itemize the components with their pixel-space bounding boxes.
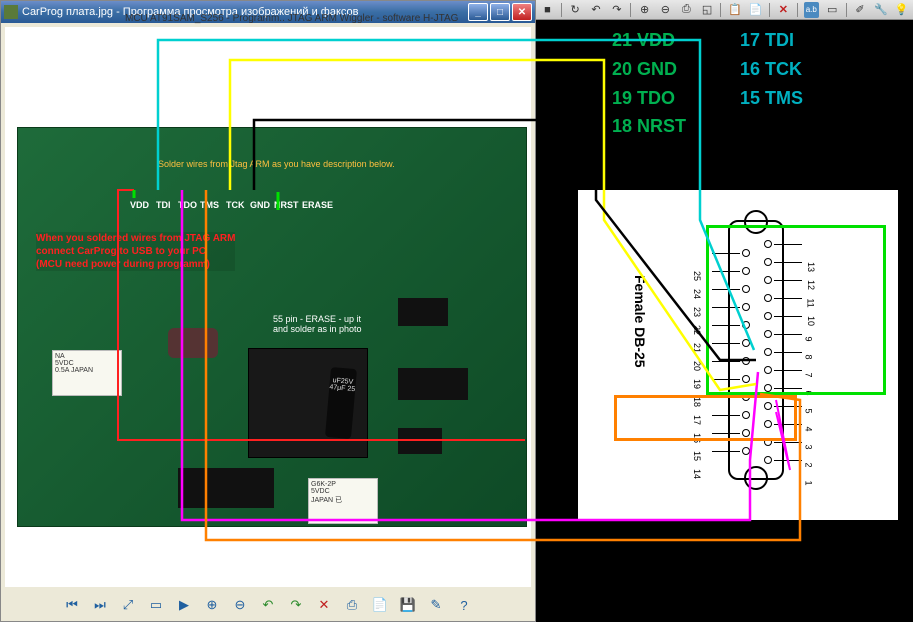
edit-button[interactable]: ✎ bbox=[426, 595, 446, 615]
pin-num-14: 14 bbox=[692, 469, 702, 479]
right-toolbar: ■ ↻ ↶ ↷ ⊕ ⊖ ⎙ ◱ 📋 📄 ✕ a.b ▭ ✐ 🔧 💡 bbox=[536, 0, 913, 20]
viewer-toolbar: ⏮ ⏭ ⤢ ▭ ▶ ⊕ ⊖ ↶ ↷ ✕ ⎙ 📄 💾 ✎ ? bbox=[1, 595, 535, 615]
copy-button[interactable]: 📄 bbox=[370, 595, 390, 615]
pin-label-gnd: GND bbox=[250, 200, 270, 210]
box-green bbox=[706, 225, 886, 395]
close-button[interactable]: ✕ bbox=[512, 3, 532, 21]
pcb-header-text: MCU AT91SAM_S256 - Programm.. JTAG ARM W… bbox=[125, 13, 458, 24]
pin-label-tck: TCK bbox=[226, 200, 245, 210]
app-icon bbox=[4, 5, 18, 19]
next-image-button[interactable]: ⏭ bbox=[90, 595, 110, 615]
image-canvas: MCU AT91SAM_S256 - Programm.. JTAG ARM W… bbox=[5, 27, 531, 587]
crystal bbox=[168, 328, 218, 358]
pin-num-22: 22 bbox=[692, 325, 702, 335]
pin-num-15: 15 bbox=[692, 451, 702, 461]
pin-num-2: 2 bbox=[804, 462, 814, 467]
pin-label-erase: ERASE bbox=[302, 200, 333, 210]
minimize-button[interactable]: _ bbox=[468, 3, 488, 21]
cancel-button[interactable]: ✕ bbox=[776, 2, 791, 18]
about-button[interactable]: 💡 bbox=[894, 2, 909, 18]
reload-button[interactable]: ↻ bbox=[568, 2, 583, 18]
help-button[interactable]: ? bbox=[454, 595, 474, 615]
relay-1: NA 5VDC 0.5A JAPAN bbox=[52, 350, 122, 396]
small-chip-4 bbox=[178, 468, 274, 508]
fit-button[interactable]: ◱ bbox=[700, 2, 715, 18]
pin-num-1: 1 bbox=[804, 480, 814, 485]
app-icon[interactable]: ■ bbox=[540, 2, 555, 18]
pinmap-left: 21 VDD 20 GND 19 TDO 18 NRST bbox=[612, 26, 686, 141]
pin-label-tdo: TDO bbox=[178, 200, 197, 210]
small-chip-3 bbox=[398, 428, 442, 454]
actualsize-button[interactable]: ▭ bbox=[146, 595, 166, 615]
pin-num-21: 21 bbox=[692, 343, 702, 353]
zoom-out-button[interactable]: ⊖ bbox=[230, 595, 250, 615]
nav-back-button[interactable]: ↶ bbox=[589, 2, 604, 18]
zoom-out-button[interactable]: ⊖ bbox=[658, 2, 673, 18]
rotate-cw-button[interactable]: ↷ bbox=[286, 595, 306, 615]
copy-button[interactable]: 📋 bbox=[727, 2, 742, 18]
pin-num-20: 20 bbox=[692, 361, 702, 371]
slideshow-button[interactable]: ▶ bbox=[174, 595, 194, 615]
pcb-board: Solder wires from Jtag ARM as you have d… bbox=[17, 127, 527, 527]
pin-num-5: 5 bbox=[804, 408, 814, 413]
maximize-button[interactable]: □ bbox=[490, 3, 510, 21]
pin-label-vdd: VDD bbox=[130, 200, 149, 210]
eyedropper-button[interactable]: ✐ bbox=[853, 2, 868, 18]
box-orange bbox=[614, 395, 797, 441]
pin55-note: 55 pin - ERASE - up it and solder as in … bbox=[273, 315, 362, 335]
print-button[interactable]: ⎙ bbox=[679, 2, 694, 18]
db25-label: Female DB-25 bbox=[632, 275, 648, 368]
ab-button[interactable]: a.b bbox=[804, 2, 819, 18]
zoom-in-button[interactable]: ⊕ bbox=[202, 595, 222, 615]
pin-num-25: 25 bbox=[692, 271, 702, 281]
settings-button[interactable]: 🔧 bbox=[873, 2, 888, 18]
solder-instruction: Solder wires from Jtag ARM as you have d… bbox=[158, 159, 395, 169]
small-chip-2 bbox=[398, 368, 468, 400]
paste-button[interactable]: 📄 bbox=[748, 2, 763, 18]
nav-fwd-button[interactable]: ↷ bbox=[609, 2, 624, 18]
text-button[interactable]: ▭ bbox=[825, 2, 840, 18]
pinmap-right: 17 TDI 16 TCK 15 TMS bbox=[740, 26, 803, 112]
zoom-in-button[interactable]: ⊕ bbox=[637, 2, 652, 18]
pin-num-3: 3 bbox=[804, 444, 814, 449]
rotate-ccw-button[interactable]: ↶ bbox=[258, 595, 278, 615]
print-button[interactable]: ⎙ bbox=[342, 595, 362, 615]
pin-label-tms: TMS bbox=[200, 200, 219, 210]
prev-image-button[interactable]: ⏮ bbox=[62, 595, 82, 615]
red-note: When you soldered wires from JTAG ARM co… bbox=[36, 232, 235, 271]
small-chip-1 bbox=[398, 298, 448, 326]
pin-num-23: 23 bbox=[692, 307, 702, 317]
bestfit-button[interactable]: ⤢ bbox=[118, 595, 138, 615]
delete-button[interactable]: ✕ bbox=[314, 595, 334, 615]
pin-num-4: 4 bbox=[804, 426, 814, 431]
relay-2: G6K-2P 5VDC JAPAN 已 bbox=[308, 478, 378, 524]
pin-label-tdi: TDI bbox=[156, 200, 171, 210]
save-button[interactable]: 💾 bbox=[398, 595, 418, 615]
pin-num-19: 19 bbox=[692, 379, 702, 389]
pin-label-nrst: NRST bbox=[274, 200, 299, 210]
pin-num-24: 24 bbox=[692, 289, 702, 299]
image-viewer-window: CarProg плата.jpg - Программа просмотра … bbox=[0, 0, 536, 622]
